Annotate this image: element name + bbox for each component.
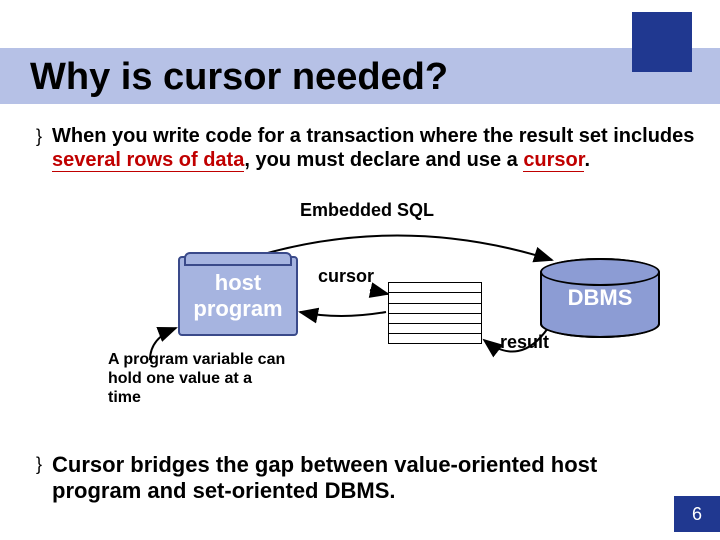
bullet1-pre: When you write code for a transaction wh…	[52, 125, 694, 147]
table-row	[389, 283, 481, 293]
bullet1-post: .	[584, 149, 590, 171]
result-table-shape	[388, 282, 482, 344]
program-variable-note: A program variable can hold one value at…	[108, 350, 288, 407]
cursor-label: cursor	[318, 266, 374, 287]
bullet-item-1: } When you write code for a transaction …	[36, 124, 696, 172]
embedded-sql-label: Embedded SQL	[300, 200, 434, 221]
host-text-line2: program	[193, 296, 282, 322]
bullet1-highlight-2: cursor	[523, 149, 584, 172]
dbms-label: DBMS	[568, 285, 633, 311]
bullet-marker: }	[36, 452, 42, 504]
slide-title: Why is cursor needed?	[30, 56, 448, 99]
host-text-line1: host	[215, 270, 261, 296]
table-row	[389, 304, 481, 314]
bullet1-mid: , you must declare and use a	[244, 149, 523, 171]
page-number: 6	[674, 496, 720, 532]
bullet-item-2: } Cursor bridges the gap between value-o…	[36, 452, 676, 504]
bullet-marker: }	[36, 124, 42, 172]
host-program-box: host program	[178, 256, 298, 336]
table-row	[389, 324, 481, 334]
table-row	[389, 314, 481, 324]
bullet-1-text: When you write code for a transaction wh…	[52, 124, 696, 172]
table-row	[389, 334, 481, 344]
result-label: result	[500, 332, 549, 353]
table-row	[389, 293, 481, 303]
dbms-cylinder: DBMS	[540, 258, 660, 338]
bullet-2-text: Cursor bridges the gap between value-ori…	[52, 452, 676, 504]
header-accent-square	[632, 12, 692, 72]
bullet1-highlight-1: several rows of data	[52, 149, 244, 172]
